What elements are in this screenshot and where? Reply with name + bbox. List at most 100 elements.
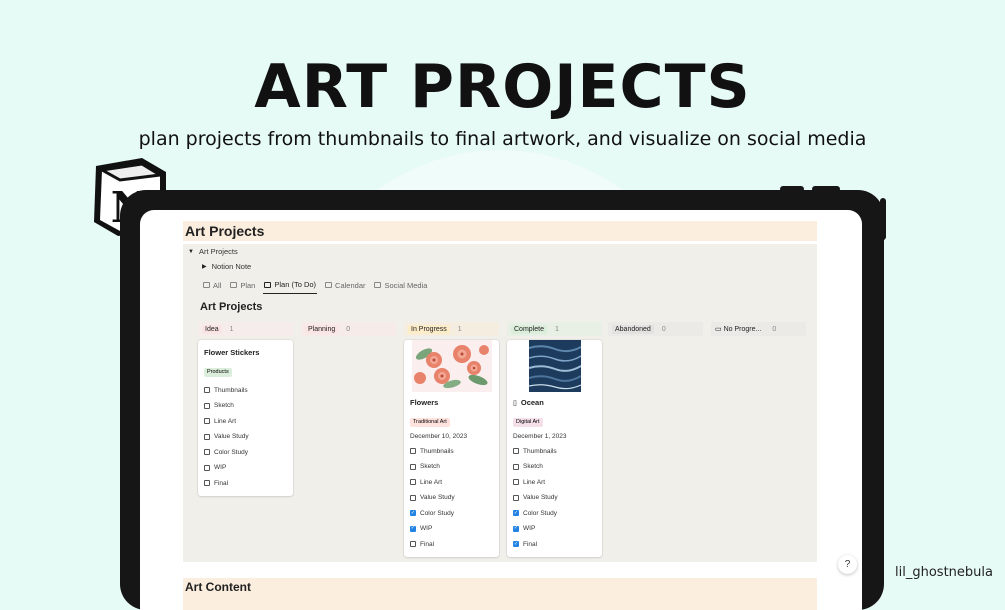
- checkbox[interactable]: [204, 480, 210, 487]
- column-count: 0: [772, 325, 777, 333]
- column-count: 1: [457, 325, 462, 333]
- column-header[interactable]: Complete 1: [507, 322, 602, 336]
- card-ocean[interactable]: ▯ Ocean Digital Art December 1, 2023 Thu…: [507, 340, 602, 557]
- card-date: December 10, 2023: [410, 432, 468, 440]
- checklist-label: Sketch: [523, 463, 543, 471]
- toggle-label: Art Projects: [198, 247, 238, 256]
- checklist-item[interactable]: Thumbnails: [198, 383, 293, 399]
- tab-plan[interactable]: Plan: [229, 278, 256, 294]
- column-header[interactable]: Idea 1: [198, 322, 293, 336]
- tab-all[interactable]: All: [202, 278, 222, 294]
- flowers-artwork-image: [411, 340, 492, 392]
- checklist-item[interactable]: Thumbnails: [404, 444, 499, 460]
- checklist-item[interactable]: ✓ Color Study: [507, 506, 602, 522]
- card-title-text: Ocean: [520, 398, 544, 407]
- checkbox-checked[interactable]: ✓: [513, 541, 519, 548]
- table-icon: [203, 282, 210, 288]
- tab-label: Social Media: [384, 280, 428, 290]
- checklist-item[interactable]: Sketch: [198, 398, 293, 414]
- checkbox[interactable]: [410, 463, 416, 470]
- checklist-item[interactable]: ✓ Color Study: [404, 506, 499, 522]
- checklist-label: Thumbnails: [420, 447, 454, 455]
- checkbox[interactable]: [204, 387, 210, 394]
- checklist-item[interactable]: Sketch: [404, 459, 499, 475]
- checklist-item[interactable]: Final: [198, 476, 293, 492]
- checklist-item[interactable]: Line Art: [507, 475, 602, 491]
- checklist-item[interactable]: Final: [404, 537, 499, 553]
- tab-social-media[interactable]: Social Media: [373, 278, 428, 294]
- checkbox[interactable]: [513, 463, 519, 470]
- checklist-item[interactable]: Sketch: [507, 459, 602, 475]
- card-flower-stickers[interactable]: Flower Stickers Products Thumbnails Sket…: [198, 340, 293, 496]
- checklist-item[interactable]: Value Study: [507, 490, 602, 506]
- column-count: 1: [554, 325, 559, 333]
- checkbox[interactable]: [204, 464, 210, 471]
- checklist-item[interactable]: ✓ WIP: [404, 521, 499, 537]
- checkbox[interactable]: [410, 494, 416, 501]
- column-count: 0: [346, 325, 351, 333]
- help-button[interactable]: ?: [838, 555, 857, 574]
- checklist-label: Final: [523, 540, 538, 548]
- board-icon: [230, 282, 238, 288]
- column-header[interactable]: In Progress 1: [404, 322, 499, 336]
- checkbox[interactable]: [204, 402, 210, 409]
- column-idea: Idea 1 Flower Stickers Products Thumbnai…: [198, 322, 293, 496]
- inbox-icon: ▭: [715, 326, 722, 333]
- checklist-item[interactable]: Line Art: [404, 475, 499, 491]
- page-icon: ▯: [513, 399, 517, 407]
- checklist-label: Final: [420, 540, 435, 548]
- checkbox-checked[interactable]: ✓: [513, 510, 519, 517]
- checklist-item[interactable]: Color Study: [198, 445, 293, 461]
- checklist-item[interactable]: WIP: [198, 460, 293, 476]
- checklist-item[interactable]: ✓ WIP: [507, 521, 602, 537]
- column-name: Idea: [202, 324, 222, 334]
- checklist-item[interactable]: Thumbnails: [507, 444, 602, 460]
- checklist-label: WIP: [214, 464, 227, 472]
- toggle-notion-note[interactable]: ▶ Notion Note: [202, 262, 251, 271]
- checklist-item[interactable]: ✓ Final: [507, 537, 602, 553]
- card-flowers[interactable]: Flowers Traditional Art December 10, 202…: [404, 340, 499, 557]
- card-cover-image: [507, 340, 602, 392]
- checklist-item[interactable]: Value Study: [404, 490, 499, 506]
- ocean-artwork-image: [528, 340, 581, 392]
- tab-label: All: [213, 280, 222, 290]
- card-cover-image: [404, 340, 499, 392]
- checklist-label: Sketch: [214, 402, 234, 410]
- checklist-label: Line Art: [420, 478, 443, 486]
- column-complete: Complete 1 ▯ Ocean Digital Art December …: [507, 322, 602, 557]
- checklist-label: Sketch: [420, 463, 440, 471]
- checklist-item[interactable]: Line Art: [198, 414, 293, 430]
- category-tag: Digital Art: [513, 417, 543, 427]
- checkbox[interactable]: [513, 448, 519, 455]
- column-header[interactable]: Abandoned 0: [608, 322, 703, 336]
- checkbox-checked[interactable]: ✓: [410, 510, 416, 517]
- author-watermark: lil_ghostnebula: [895, 565, 993, 580]
- checkbox[interactable]: [410, 541, 416, 548]
- checkbox[interactable]: [204, 418, 210, 425]
- checkbox[interactable]: [513, 479, 519, 486]
- checklist-item[interactable]: Value Study: [198, 429, 293, 445]
- header-band: [183, 221, 817, 241]
- column-header[interactable]: ▭ No Progre... 0: [711, 322, 806, 336]
- tab-plan-to-do[interactable]: Plan (To Do): [263, 278, 318, 294]
- checkbox-checked[interactable]: ✓: [513, 525, 519, 532]
- calendar-icon: [325, 282, 333, 288]
- checklist-label: Value Study: [214, 433, 249, 441]
- toggle-label: Notion Note: [211, 262, 252, 271]
- card-title: Flower Stickers: [204, 348, 260, 357]
- checklist-label: Line Art: [214, 417, 237, 425]
- checkbox[interactable]: [204, 449, 210, 456]
- checkbox[interactable]: [410, 479, 416, 486]
- checkbox-checked[interactable]: ✓: [410, 525, 416, 532]
- gallery-icon: [374, 282, 382, 288]
- tablet-screen: Art Projects ▼ Art Projects ▶ Notion Not…: [140, 210, 862, 610]
- checklist-label: WIP: [420, 525, 433, 533]
- column-no-progress: ▭ No Progre... 0: [711, 322, 806, 336]
- tab-calendar[interactable]: Calendar: [324, 278, 366, 294]
- card-title: Flowers: [410, 398, 439, 407]
- checkbox[interactable]: [513, 494, 519, 501]
- checkbox[interactable]: [410, 448, 416, 455]
- toggle-art-projects[interactable]: ▼ Art Projects: [188, 247, 238, 256]
- checkbox[interactable]: [204, 433, 210, 440]
- column-header[interactable]: Planning 0: [301, 322, 396, 336]
